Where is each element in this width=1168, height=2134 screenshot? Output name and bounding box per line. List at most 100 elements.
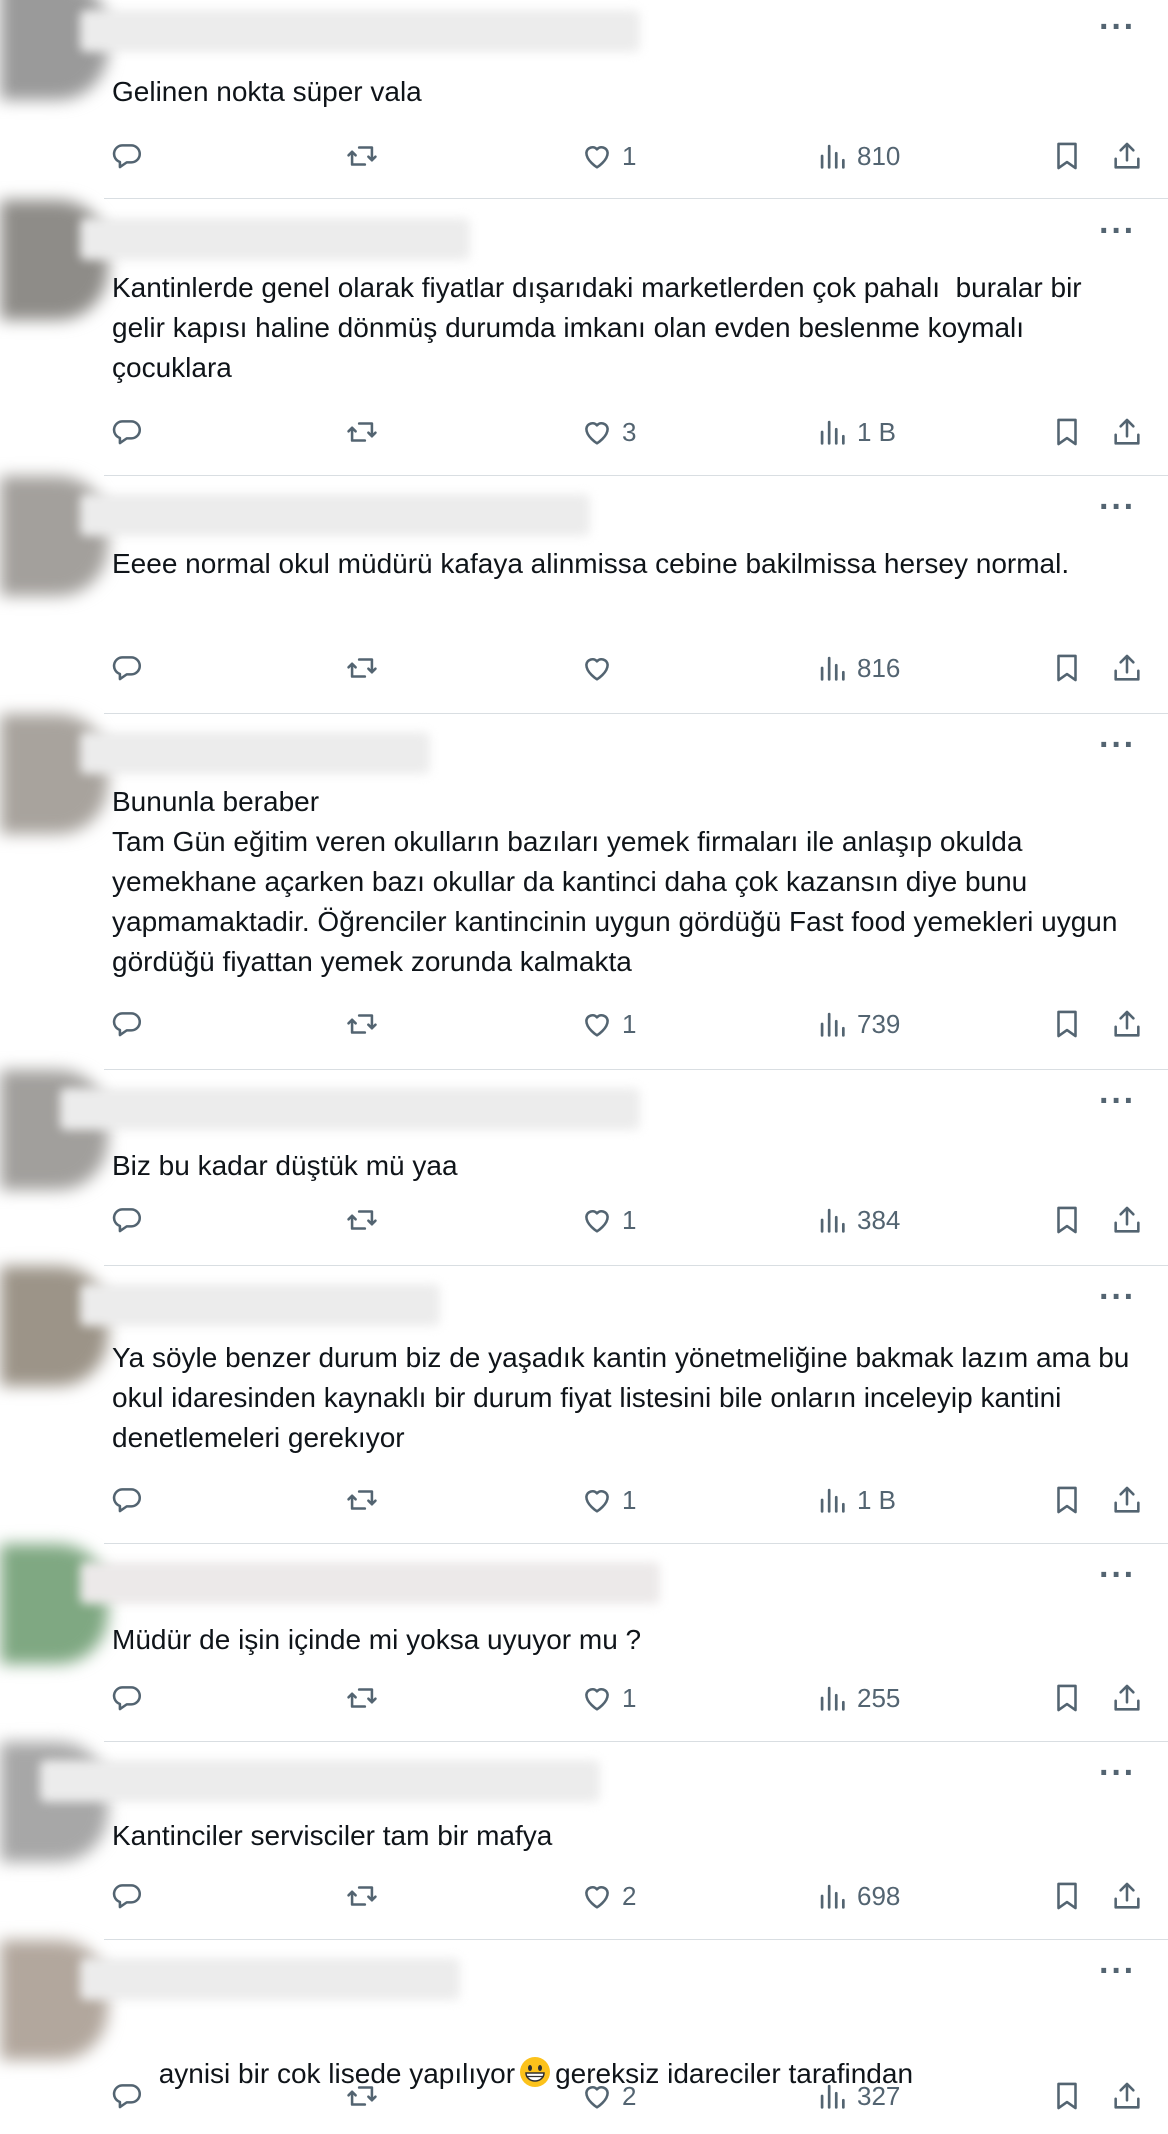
share-button[interactable] [1110,136,1144,176]
views-button[interactable]: 1 B [815,412,896,452]
reply-button[interactable] [110,2076,144,2116]
like-count: 1 [622,1008,637,1039]
share-icon [1114,1684,1140,1711]
more-options-icon[interactable]: ··· [1099,728,1136,762]
bookmark-button[interactable] [1050,412,1084,452]
author-name-blurred[interactable] [80,494,590,536]
retweet-button[interactable] [345,1678,379,1718]
retweet-button[interactable] [345,1480,379,1520]
more-options-icon[interactable]: ··· [1099,10,1136,44]
views-button[interactable]: 255 [815,1678,900,1718]
retweet-icon [347,1490,377,1510]
tweet[interactable]: ··· Ya söyle benzer durum biz de yaşadık… [0,1266,1168,1544]
views-button[interactable]: 816 [815,648,900,688]
reply-feed: ··· Gelinen nokta süper vala 1 810 ··· K… [0,0,1168,2134]
views-button[interactable]: 698 [815,1876,900,1916]
share-button[interactable] [1110,1200,1144,1240]
tweet[interactable]: ··· Eeee normal okul müdürü kafaya alinm… [0,476,1168,714]
tweet[interactable]: ··· aynisi bir cok lisede yapılıyor gerek… [0,1940,1168,2134]
author-name-blurred[interactable] [40,1760,600,1802]
retweet-button[interactable] [345,2076,379,2116]
retweet-button[interactable] [345,648,379,688]
retweet-button[interactable] [345,1876,379,1916]
more-options-icon[interactable]: ··· [1099,1280,1136,1314]
more-options-icon[interactable]: ··· [1099,1954,1136,1988]
author-name-blurred[interactable] [80,1284,440,1326]
reply-button[interactable] [110,412,144,452]
like-button[interactable]: 3 [580,412,636,452]
share-button[interactable] [1110,1480,1144,1520]
reply-button[interactable] [110,1004,144,1044]
like-button[interactable]: 1 [580,1480,636,1520]
bookmark-button[interactable] [1050,1480,1084,1520]
views-button[interactable]: 810 [815,136,900,176]
tweet-actions: 816 [0,648,1168,688]
reply-button[interactable] [110,1480,144,1520]
share-button[interactable] [1110,1678,1144,1718]
like-button[interactable]: 1 [580,136,636,176]
more-options-icon[interactable]: ··· [1099,490,1136,524]
like-button[interactable] [580,648,622,688]
tweet[interactable]: ··· Kantinciler servisciler tam bir mafy… [0,1742,1168,1940]
bookmark-icon [1057,1882,1077,1910]
like-button[interactable]: 2 [580,2076,636,2116]
author-name-blurred[interactable] [80,218,470,260]
views-button[interactable]: 739 [815,1004,900,1044]
retweet-button[interactable] [345,1200,379,1240]
tweet[interactable]: ··· Biz bu kadar düştük mü yaa 1 384 [0,1070,1168,1266]
share-button[interactable] [1110,1876,1144,1916]
reply-button[interactable] [110,1876,144,1916]
share-button[interactable] [1110,412,1144,452]
share-button[interactable] [1110,2076,1144,2116]
view-count: 698 [857,1880,901,1911]
share-button[interactable] [1110,1004,1144,1044]
retweet-button[interactable] [345,136,379,176]
views-icon [820,1884,845,1909]
view-count: 327 [857,2080,901,2111]
retweet-button[interactable] [345,412,379,452]
author-name-blurred[interactable] [60,1088,640,1130]
bookmark-button[interactable] [1050,1876,1084,1916]
bookmark-icon [1057,654,1077,682]
like-button[interactable]: 1 [580,1200,636,1240]
reply-button[interactable] [110,648,144,688]
bookmark-button[interactable] [1050,648,1084,688]
views-button[interactable]: 384 [815,1200,900,1240]
like-button[interactable]: 1 [580,1678,636,1718]
tweet[interactable]: ··· Müdür de işin içinde mi yoksa uyuyor… [0,1544,1168,1742]
like-button[interactable]: 2 [580,1876,636,1916]
author-name-blurred[interactable] [80,732,430,774]
author-name-blurred[interactable] [80,10,640,52]
more-options-icon[interactable]: ··· [1099,1756,1136,1790]
tweet-text: Kantinciler servisciler tam bir mafya [112,1820,553,1851]
reply-button[interactable] [110,136,144,176]
share-button[interactable] [1110,648,1144,688]
bookmark-icon [1057,1010,1077,1038]
bookmark-button[interactable] [1050,2076,1084,2116]
author-name-blurred[interactable] [80,1562,660,1604]
reply-button[interactable] [110,1678,144,1718]
bookmark-button[interactable] [1050,136,1084,176]
reply-button[interactable] [110,1200,144,1240]
bookmark-button[interactable] [1050,1004,1084,1044]
heart-icon [585,1688,609,1711]
like-count: 2 [622,2080,637,2111]
reply-icon [112,420,141,445]
reply-icon [112,1686,141,1711]
views-button[interactable]: 1 B [815,1480,896,1520]
tweet[interactable]: ··· Bununla beraber Tam Gün eğitim veren… [0,714,1168,1070]
views-button[interactable]: 327 [815,2076,900,2116]
bookmark-button[interactable] [1050,1678,1084,1718]
more-options-icon[interactable]: ··· [1099,214,1136,248]
author-name-blurred[interactable] [80,1958,460,2000]
retweet-button[interactable] [345,1004,379,1044]
tweet[interactable]: ··· Kantinlerde genel olarak fiyatlar dı… [0,200,1168,476]
tweet-actions: 1 810 [0,136,1168,176]
like-count: 3 [622,416,637,447]
tweet[interactable]: ··· Gelinen nokta süper vala 1 810 [0,0,1168,200]
like-count: 1 [622,140,637,171]
more-options-icon[interactable]: ··· [1099,1084,1136,1118]
like-button[interactable]: 1 [580,1004,636,1044]
bookmark-button[interactable] [1050,1200,1084,1240]
more-options-icon[interactable]: ··· [1099,1558,1136,1592]
